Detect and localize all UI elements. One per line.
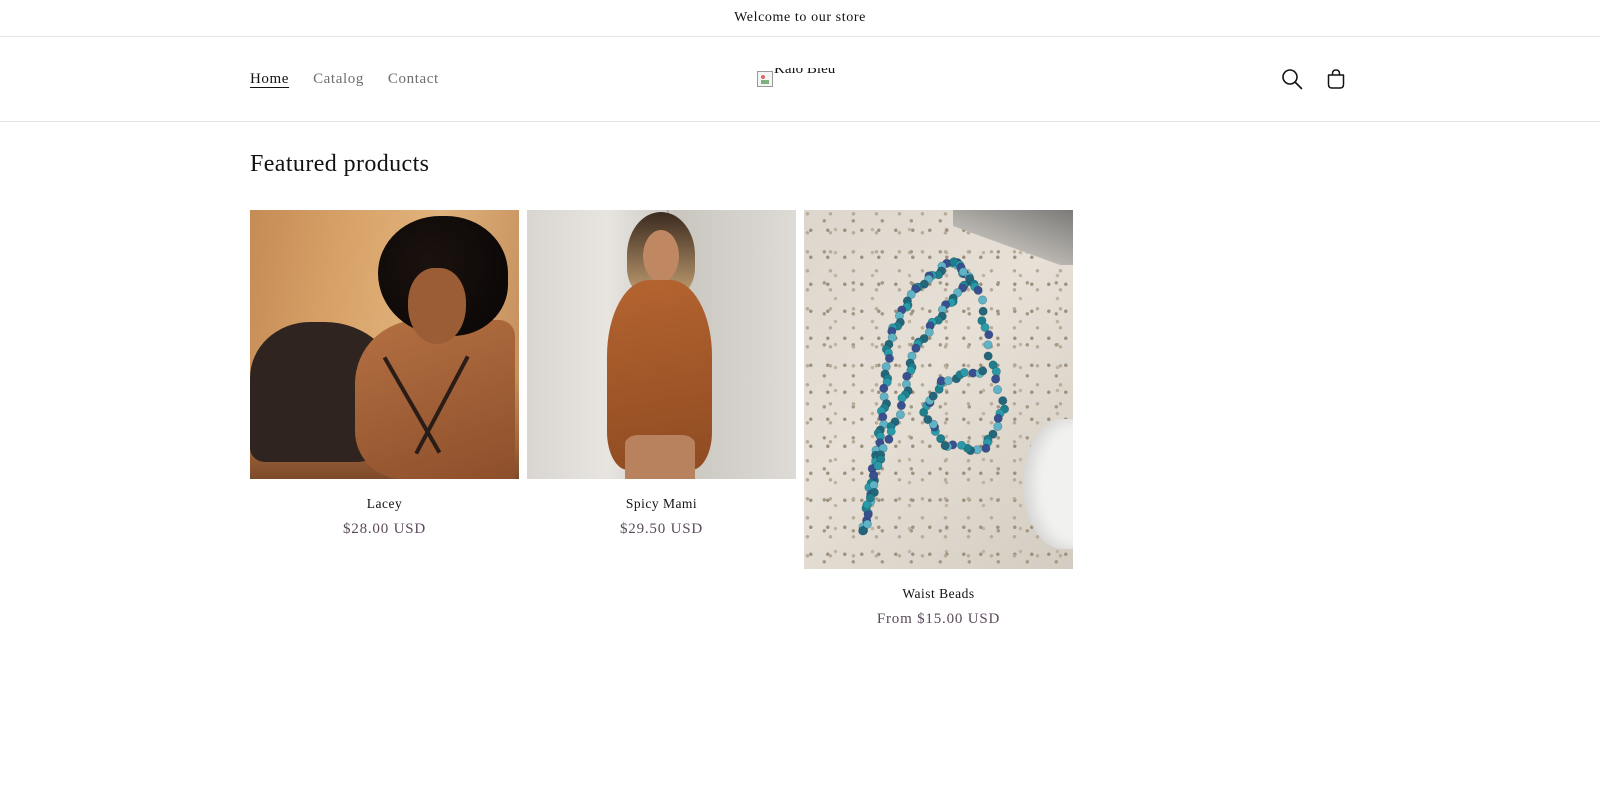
broken-image-icon (757, 71, 773, 87)
product-title[interactable]: Spicy Mami (527, 496, 796, 512)
nav-link-contact[interactable]: Contact (388, 71, 439, 88)
product-price: From $15.00 USD (876, 611, 1001, 627)
product-title[interactable]: Lacey (250, 496, 519, 512)
product-card-lacey[interactable]: Lacey $28.00 USD (250, 210, 519, 538)
product-price: $28.00 USD (342, 521, 426, 537)
main-content: Featured products Lacey $28.00 USD Spicy… (0, 122, 1600, 628)
announcement-text: Welcome to our store (734, 10, 866, 25)
cart-icon[interactable] (1324, 67, 1348, 91)
store-logo[interactable]: Kalo Bleu (757, 37, 835, 121)
product-image-spicy-mami[interactable] (527, 210, 796, 479)
site-header: Home Catalog Contact Kalo Bleu (0, 37, 1600, 122)
product-image-lacey[interactable] (250, 210, 519, 479)
logo-alt-text: Kalo Bleu (774, 61, 836, 77)
main-nav: Home Catalog Contact (250, 37, 439, 121)
product-image-waist-beads[interactable] (804, 210, 1073, 569)
nav-link-home[interactable]: Home (250, 71, 289, 88)
product-card-waist-beads[interactable]: Waist Beads From $15.00 USD (804, 210, 1073, 628)
product-card-spicy-mami[interactable]: Spicy Mami $29.50 USD (527, 210, 796, 538)
beads-strand (858, 257, 1010, 536)
search-icon[interactable] (1280, 67, 1304, 91)
nav-link-catalog[interactable]: Catalog (313, 71, 364, 88)
product-price: $29.50 USD (619, 521, 703, 537)
section-title: Featured products (250, 151, 430, 177)
product-title[interactable]: Waist Beads (804, 586, 1073, 602)
announcement-bar: Welcome to our store (0, 0, 1600, 37)
header-icons (1280, 37, 1348, 121)
logo-broken-image[interactable]: Kalo Bleu (757, 68, 835, 87)
product-grid: Lacey $28.00 USD Spicy Mami $29.50 USD W… (250, 210, 1600, 628)
